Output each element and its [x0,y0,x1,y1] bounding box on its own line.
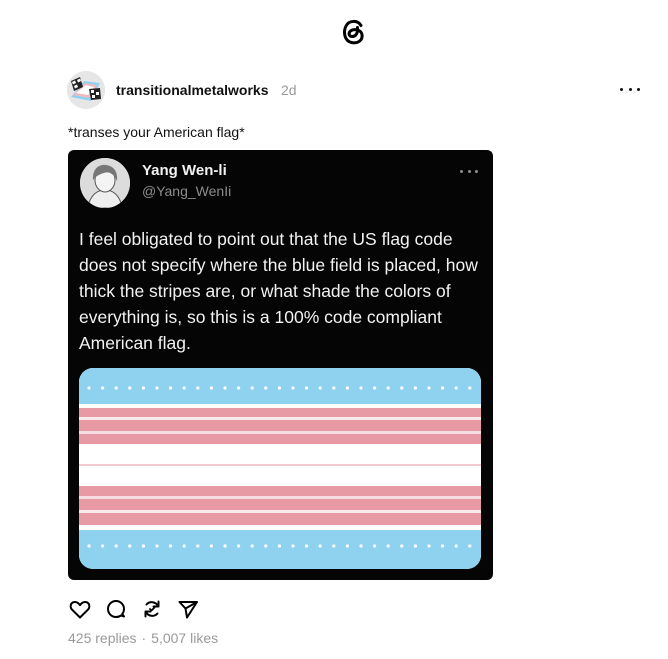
heart-icon[interactable] [68,597,92,621]
repost-icon[interactable] [140,597,164,621]
send-icon[interactable] [176,597,200,621]
flag-star [169,386,173,390]
flag-star [223,386,227,390]
flag-star [250,386,254,390]
flag-star [209,386,213,390]
flag-star [305,386,309,390]
flag-star [87,544,91,548]
flag-star [250,544,254,548]
flag-star [141,386,145,390]
more-dot [628,87,632,91]
flag-star [427,544,431,548]
flag-star [345,544,349,548]
tweet-text: I feel obligated to point out that the U… [79,229,478,353]
tweet-more-dot [460,170,463,173]
flag-star [264,386,268,390]
flag-star [277,544,281,548]
flag-star [128,386,132,390]
trans-american-flag [79,368,481,569]
flag-star [114,544,118,548]
flag-star [277,386,281,390]
flag-star [155,544,159,548]
flag-blue-top [79,368,481,404]
flag-star [114,386,118,390]
avatar[interactable] [67,71,105,109]
post-caption: *transes your American flag* [68,124,245,140]
flag-star [128,544,132,548]
comment-icon[interactable] [104,597,128,621]
tweet-more-dot [475,170,478,173]
flag-star [101,386,105,390]
flag-star [209,544,213,548]
flag-star [441,544,445,548]
flag-star [237,386,241,390]
post-image[interactable]: Yang Wen-li @Yang_WenIi I feel obligated… [68,150,493,580]
flag-star [345,386,349,390]
flag-star [318,544,322,548]
flag-star [468,386,472,390]
more-horizontal-icon[interactable] [620,82,640,96]
tweet-author-handle: @Yang_WenIi [142,183,232,199]
flag-star [373,386,377,390]
flag-star [454,544,458,548]
likes-count[interactable]: 5,007 likes [151,630,218,646]
flag-star [454,386,458,390]
tweet-avatar [80,158,130,208]
flag-star [223,544,227,548]
flag-star [101,544,105,548]
flag-star [237,544,241,548]
stats-separator: · [141,630,147,646]
flag-star [427,386,431,390]
tweet-author-name: Yang Wen-li [142,162,227,179]
flag-star [155,386,159,390]
flag-blue-bottom [79,530,481,569]
flag-star [413,544,417,548]
flag-star [264,544,268,548]
more-dot [637,87,640,91]
flag-star [332,544,336,548]
flag-star [386,544,390,548]
tweet-more-icon [460,170,478,174]
flag-star [291,544,295,548]
flag-star [318,386,322,390]
flag-star [332,386,336,390]
flag-star [400,386,404,390]
flag-star [386,386,390,390]
flag-star [87,386,91,390]
flag-star [400,544,404,548]
threads-logo-icon[interactable] [337,14,369,48]
replies-count[interactable]: 425 replies [68,630,137,646]
flag-star [468,544,472,548]
flag-star [441,386,445,390]
flag-star [413,386,417,390]
flag-star [196,544,200,548]
post-stats: 425 replies · 5,007 likes [68,630,218,646]
flag-star [196,386,200,390]
flag-star [291,386,295,390]
tweet-more-dot [467,170,471,173]
flag-star [182,386,186,390]
flag-star [373,544,377,548]
flag-star [305,544,309,548]
flag-star [141,544,145,548]
post-username[interactable]: transitionalmetalworks [116,82,269,98]
more-dot [620,87,623,91]
flag-star [359,386,363,390]
post-timestamp[interactable]: 2d [281,82,297,98]
flag-star [359,544,363,548]
flag-star [182,544,186,548]
flag-star [169,544,173,548]
